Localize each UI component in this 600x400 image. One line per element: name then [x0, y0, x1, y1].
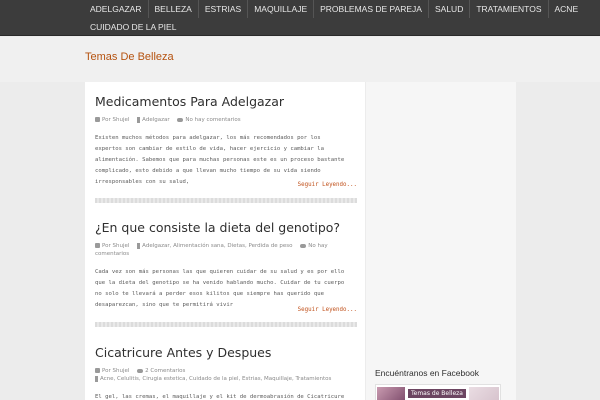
- post-divider: [95, 198, 357, 203]
- nav-item-acne[interactable]: ACNE: [547, 0, 585, 18]
- sidebar: Encuéntranos en Facebook Temas de Bellez…: [366, 82, 516, 400]
- nav-menu: ADELGAZAR BELLEZA ESTRIAS MAQUILLAJE PRO…: [84, 0, 578, 36]
- read-more-link[interactable]: Seguir Leyendo...: [298, 182, 357, 188]
- post-categories[interactable]: Adelgazar: [142, 117, 169, 123]
- nav-row-1: ADELGAZAR BELLEZA ESTRIAS MAQUILLAJE PRO…: [84, 0, 578, 18]
- top-navigation: ADELGAZAR BELLEZA ESTRIAS MAQUILLAJE PRO…: [0, 0, 600, 36]
- post-meta: Por Shujel Adelgazar, Alimentación sana,…: [95, 242, 357, 258]
- category-icon: [137, 116, 141, 123]
- nav-row-2: CUIDADO DE LA PIEL: [84, 18, 516, 36]
- post-meta: Por Shujel 2 Comentarios Acne, Celulitis…: [95, 367, 357, 383]
- comments-icon: [177, 117, 184, 122]
- facebook-page-name[interactable]: Temas de Belleza: [408, 389, 466, 398]
- main-content: Medicamentos Para Adelgazar Por Shujel A…: [85, 82, 365, 400]
- category-icon: [95, 375, 98, 382]
- post-categories[interactable]: Adelgazar, Alimentación sana, Dietas, Pe…: [142, 243, 292, 249]
- author-icon: [95, 117, 100, 122]
- post-title[interactable]: ¿En que consiste la dieta del genotipo?: [95, 220, 357, 235]
- site-title[interactable]: Temas De Belleza: [85, 51, 174, 63]
- read-more-link[interactable]: Seguir Leyendo...: [298, 307, 357, 313]
- post-card: ¿En que consiste la dieta del genotipo? …: [95, 220, 357, 327]
- nav-item-problemas-de-pareja[interactable]: PROBLEMAS DE PAREJA: [313, 0, 428, 18]
- nav-item-estrias[interactable]: ESTRIAS: [197, 0, 247, 18]
- nav-item-salud[interactable]: SALUD: [427, 0, 469, 18]
- post-author[interactable]: Por Shujel: [102, 243, 129, 249]
- nav-item-adelgazar[interactable]: ADELGAZAR: [84, 0, 148, 18]
- nav-item-maquillaje[interactable]: MAQUILLAJE: [247, 0, 313, 18]
- comments-icon: [300, 243, 307, 248]
- nav-item-cuidado-de-la-piel[interactable]: CUIDADO DE LA PIEL: [84, 18, 182, 36]
- facebook-side-image: [469, 387, 499, 400]
- post-excerpt: Existen muchos métodos para adelgazar, l…: [95, 135, 345, 185]
- post-excerpt: Cada vez son más personas las que quiere…: [95, 269, 345, 308]
- author-icon: [95, 243, 100, 248]
- nav-item-tratamientos[interactable]: TRATAMIENTOS: [469, 0, 547, 18]
- author-icon: [95, 368, 100, 373]
- post-excerpt: El gel, las cremas, el maquillaje y el k…: [95, 394, 345, 400]
- post-author[interactable]: Por Shujel: [102, 368, 129, 374]
- post-comments[interactable]: No hay comentarios: [185, 117, 240, 123]
- post-author[interactable]: Por Shujel: [102, 117, 129, 123]
- facebook-cover-image: [377, 387, 405, 400]
- post-comments[interactable]: 2 Comentarios: [145, 368, 185, 374]
- post-categories[interactable]: Acne, Celulitis, Cirugia estetica, Cuida…: [100, 376, 331, 382]
- post-card: Cicatricure Antes y Despues Por Shujel 2…: [95, 345, 357, 400]
- post-divider: [95, 322, 357, 327]
- nav-item-belleza[interactable]: BELLEZA: [147, 0, 198, 18]
- post-card: Medicamentos Para Adelgazar Por Shujel A…: [95, 94, 357, 203]
- category-icon: [137, 242, 141, 249]
- post-title[interactable]: Cicatricure Antes y Despues: [95, 345, 357, 360]
- post-title[interactable]: Medicamentos Para Adelgazar: [95, 94, 357, 109]
- comments-icon: [137, 368, 144, 373]
- facebook-page-box[interactable]: Temas de Belleza: [375, 384, 501, 400]
- facebook-widget-title: Encuéntranos en Facebook: [375, 368, 479, 378]
- post-meta: Por Shujel Adelgazar No hay comentarios: [95, 116, 357, 124]
